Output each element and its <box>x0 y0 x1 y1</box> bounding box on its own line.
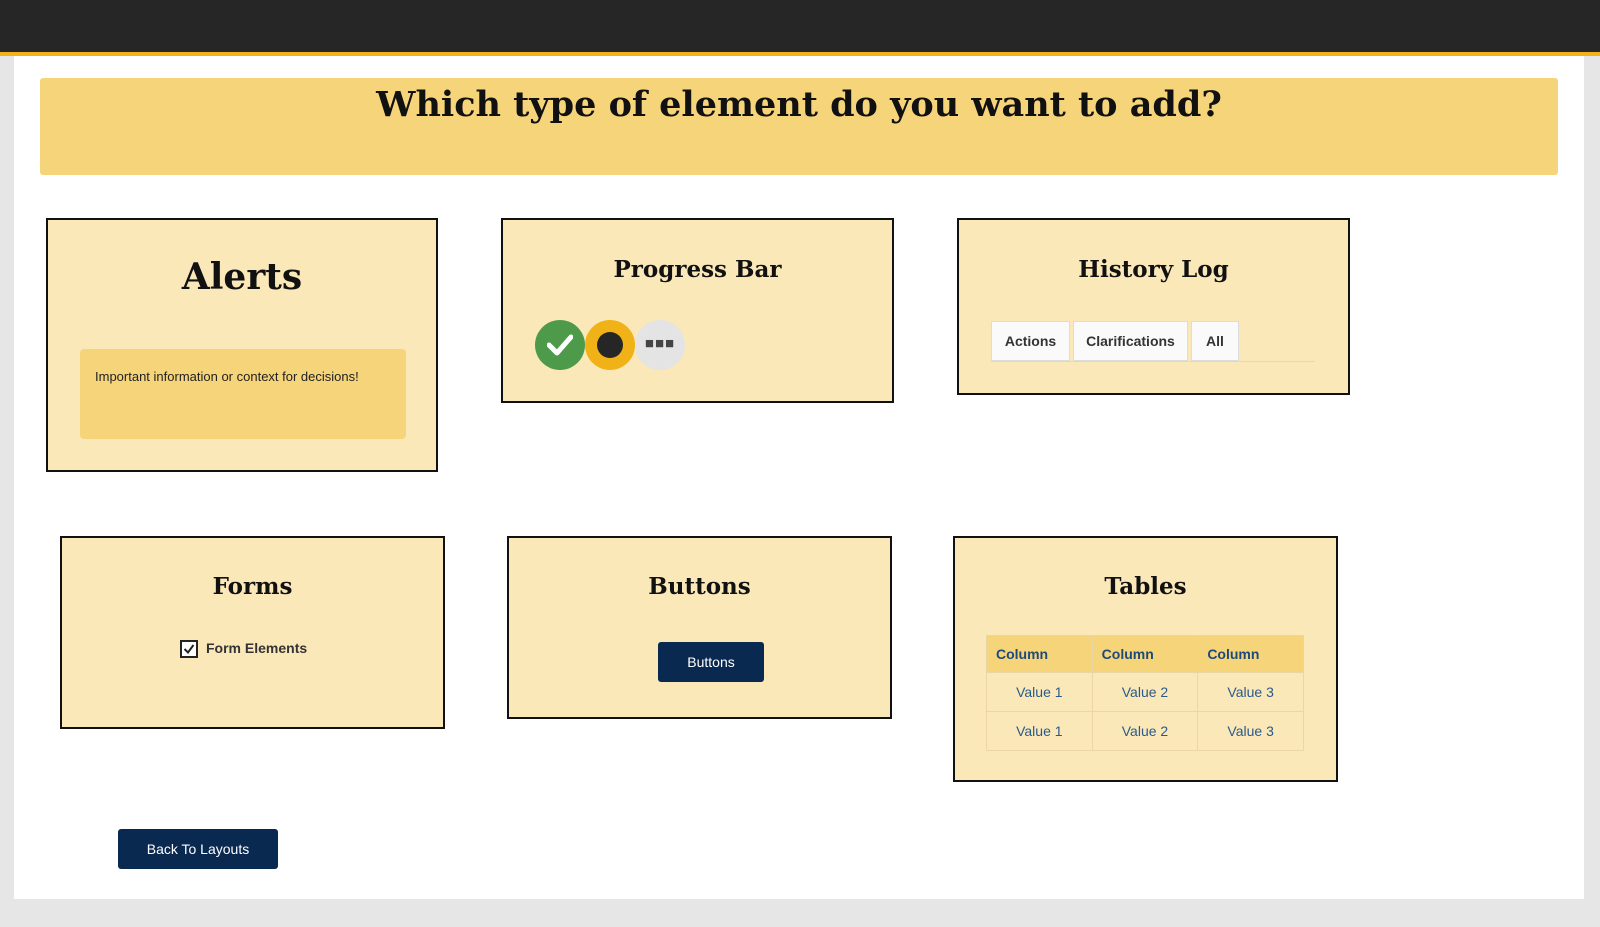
forms-card[interactable]: Forms Form Elements <box>60 536 445 729</box>
main-panel <box>14 56 1584 899</box>
buttons-card[interactable]: Buttons Buttons <box>507 536 892 719</box>
form-elements-checkbox[interactable] <box>180 640 198 658</box>
tab-actions[interactable]: Actions <box>991 321 1070 361</box>
forms-card-title: Forms <box>212 573 293 600</box>
progress-step-current <box>585 320 635 370</box>
progress-bar-card-title: Progress Bar <box>613 256 782 283</box>
sample-alert: Important information or context for dec… <box>80 349 406 439</box>
table-column-header: Column <box>1197 635 1304 673</box>
checkmark-icon <box>183 644 195 655</box>
top-nav-bar <box>0 0 1600 56</box>
tables-card[interactable]: Tables Column Column Column Value 1 Valu… <box>953 536 1338 782</box>
tab-all[interactable]: All <box>1191 321 1239 361</box>
sample-table: Column Column Column Value 1 Value 2 Val… <box>986 635 1304 751</box>
dot-icon <box>597 332 623 358</box>
table-cell: Value 2 <box>1091 711 1199 751</box>
table-row: Value 1 Value 2 Value 3 <box>986 672 1304 712</box>
buttons-card-title: Buttons <box>648 573 751 600</box>
table-cell: Value 1 <box>986 711 1093 751</box>
sample-alert-text: Important information or context for dec… <box>95 369 359 384</box>
table-cell: Value 1 <box>986 672 1093 712</box>
ellipsis-icon: ■■■ <box>644 335 676 352</box>
table-column-header: Column <box>1091 635 1199 673</box>
check-icon <box>547 334 573 356</box>
alerts-card-title: Alerts <box>181 256 303 298</box>
history-log-card-title: History Log <box>1078 256 1229 283</box>
back-to-layouts-button[interactable]: Back To Layouts <box>118 829 278 869</box>
table-row: Value 1 Value 2 Value 3 <box>986 711 1304 751</box>
sample-buttons-button[interactable]: Buttons <box>658 642 764 682</box>
table-cell: Value 3 <box>1197 672 1304 712</box>
history-log-card[interactable]: History Log Actions Clarifications All <box>957 218 1350 395</box>
progress-step-pending: ■■■ <box>635 320 685 370</box>
table-cell: Value 3 <box>1197 711 1304 751</box>
table-header-row: Column Column Column <box>986 635 1304 673</box>
tab-clarifications[interactable]: Clarifications <box>1073 321 1188 361</box>
history-log-tabs: Actions Clarifications All <box>991 321 1315 362</box>
form-elements-label: Form Elements <box>206 640 308 656</box>
page-title: Which type of element do you want to add… <box>376 84 1222 125</box>
progress-step-complete <box>535 320 585 370</box>
tables-card-title: Tables <box>1104 573 1187 600</box>
progress-bar-card[interactable]: Progress Bar ■■■ <box>501 218 894 403</box>
alerts-card[interactable]: Alerts Important information or context … <box>46 218 438 472</box>
table-column-header: Column <box>986 635 1093 673</box>
table-cell: Value 2 <box>1091 672 1199 712</box>
page-banner: Which type of element do you want to add… <box>40 78 1558 175</box>
